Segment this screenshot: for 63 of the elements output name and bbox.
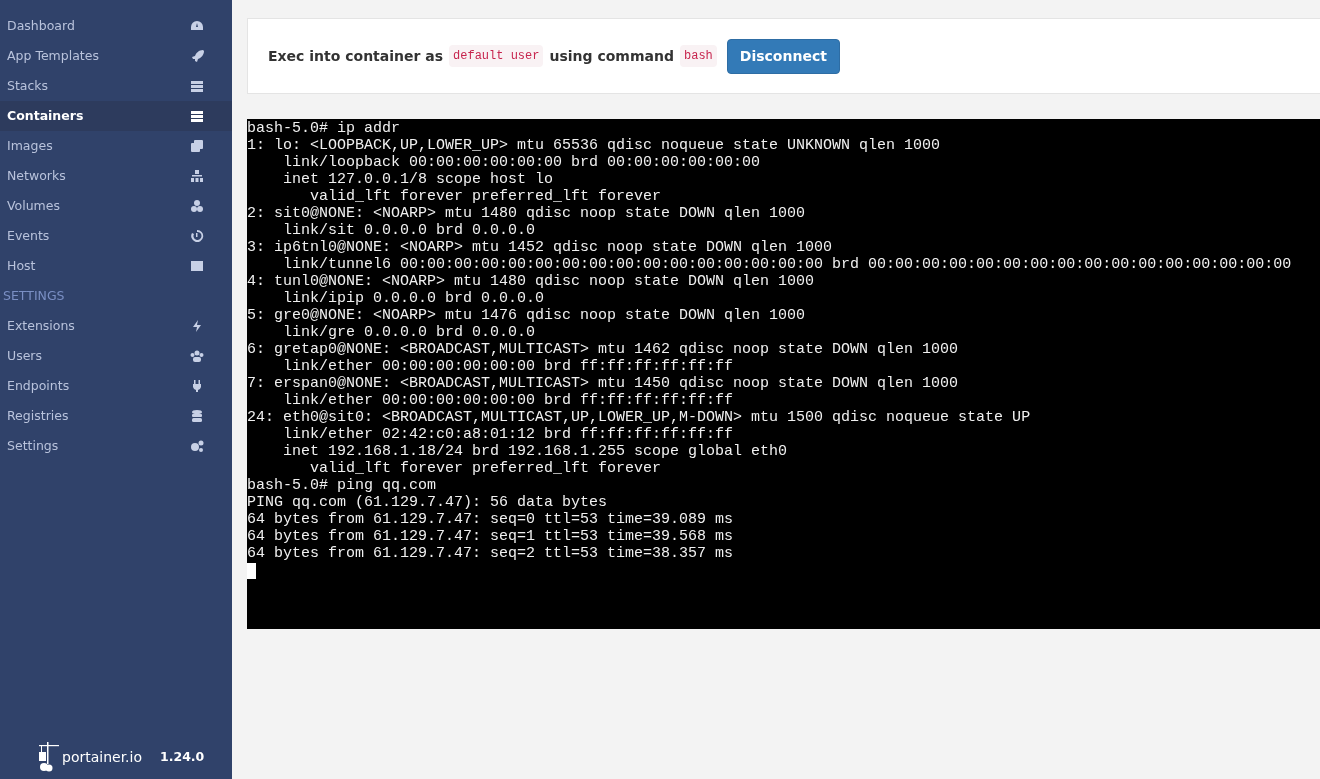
users-icon xyxy=(190,349,204,363)
server-icon xyxy=(190,109,204,123)
terminal-line: valid_lft forever preferred_lft forever xyxy=(309,188,662,205)
gears-icon xyxy=(190,439,204,453)
command-code: bash xyxy=(680,45,717,67)
terminal-line: 64 bytes from 61.129.7.47: seq=0 ttl=53 time=39.089 ms xyxy=(247,511,734,528)
sidebar-item[interactable]: Networks xyxy=(0,161,232,191)
terminal-line: link/ipip 0.0.0.0 brd 0.0.0.0 xyxy=(282,290,545,307)
sidebar-item[interactable]: Host xyxy=(0,251,232,281)
sidebar-item[interactable]: Images xyxy=(0,131,232,161)
terminal-line: inet 127.0.0.1/8 scope host lo xyxy=(282,171,554,188)
sidebar-item[interactable]: Users xyxy=(0,341,232,371)
terminal-line: 1: lo: <LOOPBACK,UP,LOWER_UP> mtu 65536 qdisc noqueue state UNKNOWN qlen 1000 xyxy=(247,137,941,154)
terminal-line: link/tunnel6 00:00:00:00:00:00:00:00:00:00:00:00:00:00:00:00 brd 00:00:00:00:00:00:00:00:00:00:00:00:00:00:00:00 xyxy=(282,256,1292,273)
list-icon xyxy=(190,79,204,93)
terminal-line: 5: gre0@NONE: <NOARP> mtu 1476 qdisc noop state DOWN qlen 1000 xyxy=(247,307,806,324)
sidebar-item[interactable]: Containers xyxy=(0,101,232,131)
terminal-line: link/gre 0.0.0.0 brd 0.0.0.0 xyxy=(282,324,536,341)
sitemap-icon xyxy=(190,169,204,183)
crane-logo-icon xyxy=(38,742,60,772)
copy-icon xyxy=(190,139,204,153)
sidebar-item[interactable]: Endpoints xyxy=(0,371,232,401)
terminal-line: 2: sit0@NONE: <NOARP> mtu 1480 qdisc noop state DOWN qlen 1000 xyxy=(247,205,806,222)
terminal-line: bash-5.0# ping qq.com xyxy=(247,477,437,494)
terminal-line: 64 bytes from 61.129.7.47: seq=2 ttl=53 time=38.357 ms xyxy=(247,545,734,562)
terminal-line: 6: gretap0@NONE: <BROADCAST,MULTICAST> mtu 1462 qdisc noop state DOWN qlen 1000 xyxy=(247,341,959,358)
terminal-line: 4: tunl0@NONE: <NOARP> mtu 1480 qdisc noop state DOWN qlen 1000 xyxy=(247,273,815,290)
cubes-icon xyxy=(190,199,204,213)
terminal-line: PING qq.com (61.129.7.47): 56 data bytes xyxy=(247,494,608,511)
terminal-line: 3: ip6tnl0@NONE: <NOARP> mtu 1452 qdisc noop state DOWN qlen 1000 xyxy=(247,239,833,256)
user-code: default user xyxy=(449,45,544,67)
sidebar-item[interactable]: Extensions xyxy=(0,311,232,341)
terminal-line: link/ether 02:42:c0:a8:01:12 brd ff:ff:ff:ff:ff:ff xyxy=(282,426,734,443)
sidebar-item[interactable]: Volumes xyxy=(0,191,232,221)
rocket-icon xyxy=(190,49,204,63)
command-label: using command xyxy=(549,46,674,66)
terminal-line: inet 192.168.1.18/24 brd 192.168.1.255 scope global eth0 xyxy=(282,443,788,460)
terminal-line: link/ether 00:00:00:00:00:00 brd ff:ff:ff:ff:ff:ff xyxy=(282,358,734,375)
sidebar-item[interactable]: Settings xyxy=(0,431,232,461)
sidebar-item[interactable]: App Templates xyxy=(0,41,232,71)
terminal-line: valid_lft forever preferred_lft forever xyxy=(309,460,662,477)
sidebar-item[interactable]: Stacks xyxy=(0,71,232,101)
database-icon xyxy=(190,409,204,423)
terminal-line: link/loopback 00:00:00:00:00:00 brd 00:00:00:00:00:00 xyxy=(282,154,761,171)
history-icon xyxy=(190,229,204,243)
bolt-icon xyxy=(190,319,204,333)
terminal-cursor xyxy=(247,563,256,579)
terminal-line: 64 bytes from 61.129.7.47: seq=1 ttl=53 time=39.568 ms xyxy=(247,528,734,545)
terminal-line: bash-5.0# ip addr xyxy=(247,120,401,137)
sidebar-item[interactable]: Events xyxy=(0,221,232,251)
section-heading: SETTINGS xyxy=(2,287,66,305)
terminal-line: link/ether 00:00:00:00:00:00 brd ff:ff:ff:ff:ff:ff xyxy=(282,392,734,409)
sidebar-item[interactable]: Dashboard xyxy=(0,11,232,41)
terminal-line: link/sit 0.0.0.0 brd 0.0.0.0 xyxy=(282,222,536,239)
version-label: 1.24.0 xyxy=(160,747,205,766)
sidebar-item[interactable]: Registries xyxy=(0,401,232,431)
gauge-icon xyxy=(190,19,204,33)
brand-name: portainer.io xyxy=(62,747,143,767)
exec-label: Exec into container as xyxy=(268,46,444,66)
disconnect-button[interactable]: Disconnect xyxy=(726,38,840,74)
terminal-line: 24: eth0@sit0: <BROADCAST,MULTICAST,UP,LOWER_UP,M-DOWN> mtu 1500 qdisc noqueue state UP xyxy=(247,409,1031,426)
plug-icon xyxy=(190,379,204,393)
terminal-line: 7: erspan0@NONE: <BROADCAST,MULTICAST> mtu 1450 qdisc noop state DOWN qlen 1000 xyxy=(247,375,959,392)
